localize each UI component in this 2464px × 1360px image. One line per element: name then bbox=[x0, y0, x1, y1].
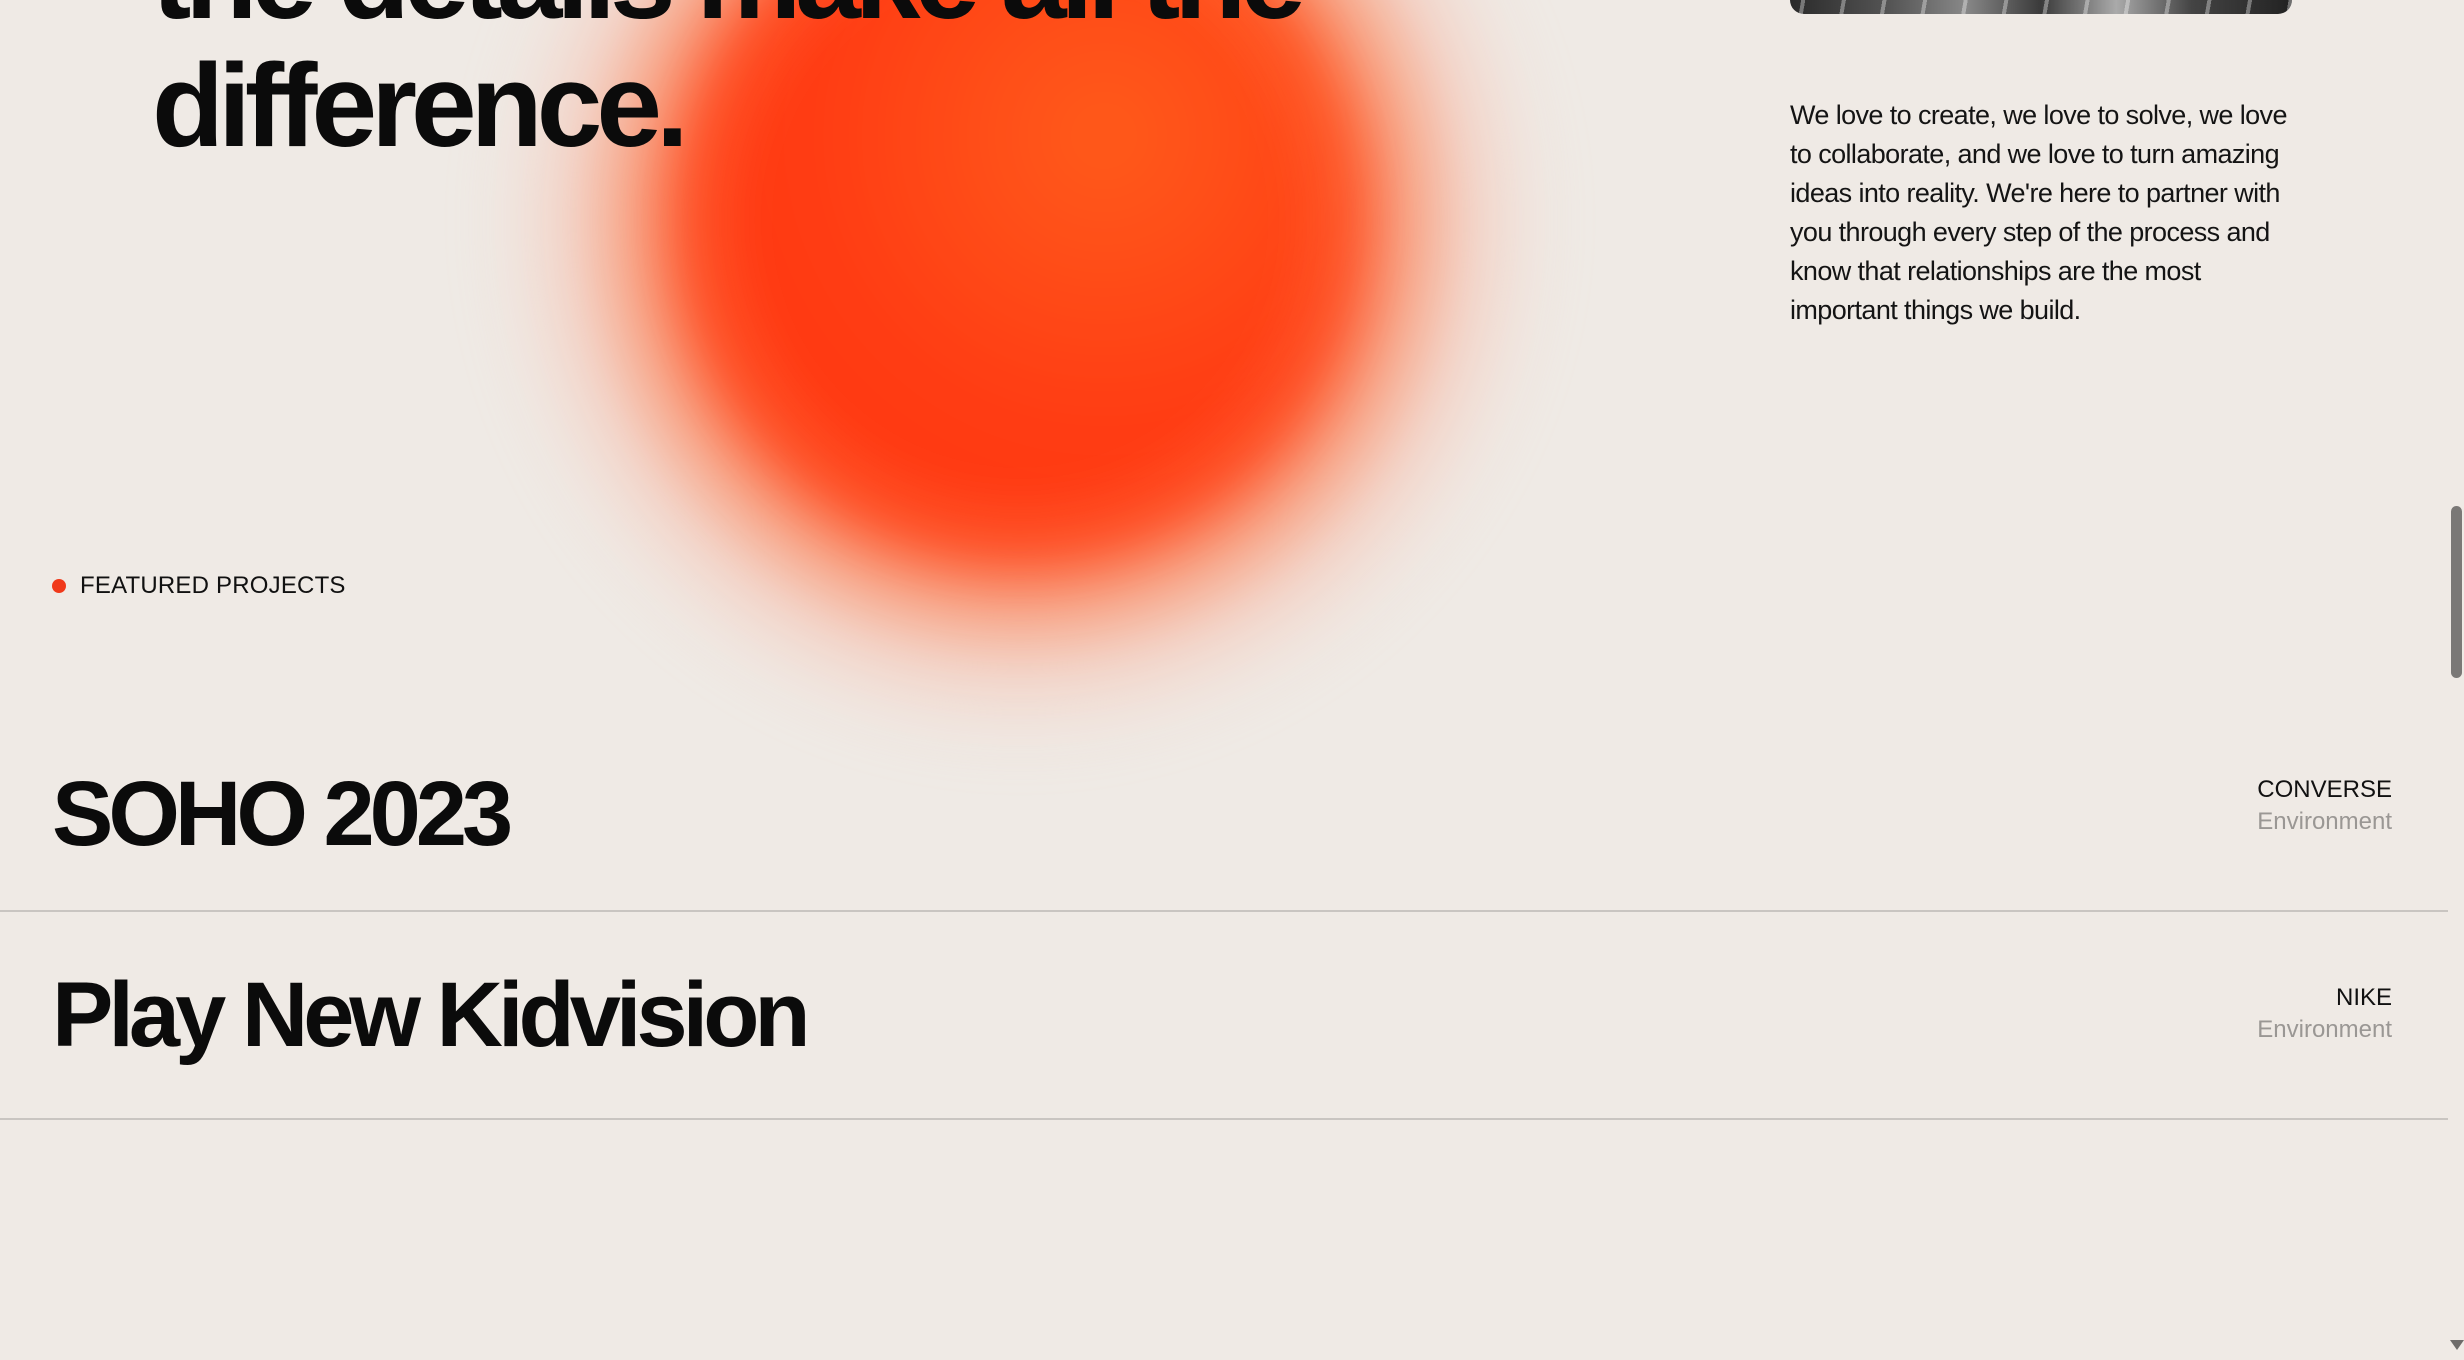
project-row-soho-2023[interactable]: SOHO 2023 CONVERSE Environment bbox=[0, 742, 2448, 912]
hero-headline: the details make all the difference. bbox=[152, 0, 1452, 170]
project-meta: CONVERSE Environment bbox=[2257, 774, 2392, 838]
scroll-down-arrow-icon[interactable] bbox=[2450, 1340, 2464, 1350]
project-meta: NIKE Environment bbox=[2257, 982, 2392, 1046]
page: the details make all the difference. We … bbox=[0, 0, 2448, 1360]
project-client: NIKE bbox=[2335, 984, 2392, 1011]
hero-image bbox=[1790, 0, 2292, 14]
project-client: CONVERSE bbox=[2257, 776, 2392, 803]
project-category: Environment bbox=[2257, 1016, 2392, 1043]
project-row-play-new-kidvision[interactable]: Play New Kidvision NIKE Environment bbox=[0, 912, 2448, 1120]
project-category: Environment bbox=[2257, 808, 2392, 835]
vertical-scrollbar[interactable] bbox=[2448, 0, 2464, 1360]
intro-paragraph: We love to create, we love to solve, we … bbox=[1790, 100, 2287, 325]
project-title: SOHO 2023 bbox=[52, 763, 513, 865]
featured-projects-label-text: FEATURED PROJECTS bbox=[80, 572, 346, 599]
featured-projects-label: FEATURED PROJECTS bbox=[52, 572, 346, 600]
red-dot-icon bbox=[52, 579, 66, 593]
project-title: Play New Kidvision bbox=[52, 964, 811, 1066]
hero-headline-line-1: the details make all the bbox=[152, 0, 1452, 42]
hero-headline-line-2: difference. bbox=[152, 40, 689, 172]
scrollbar-thumb[interactable] bbox=[2451, 506, 2462, 678]
